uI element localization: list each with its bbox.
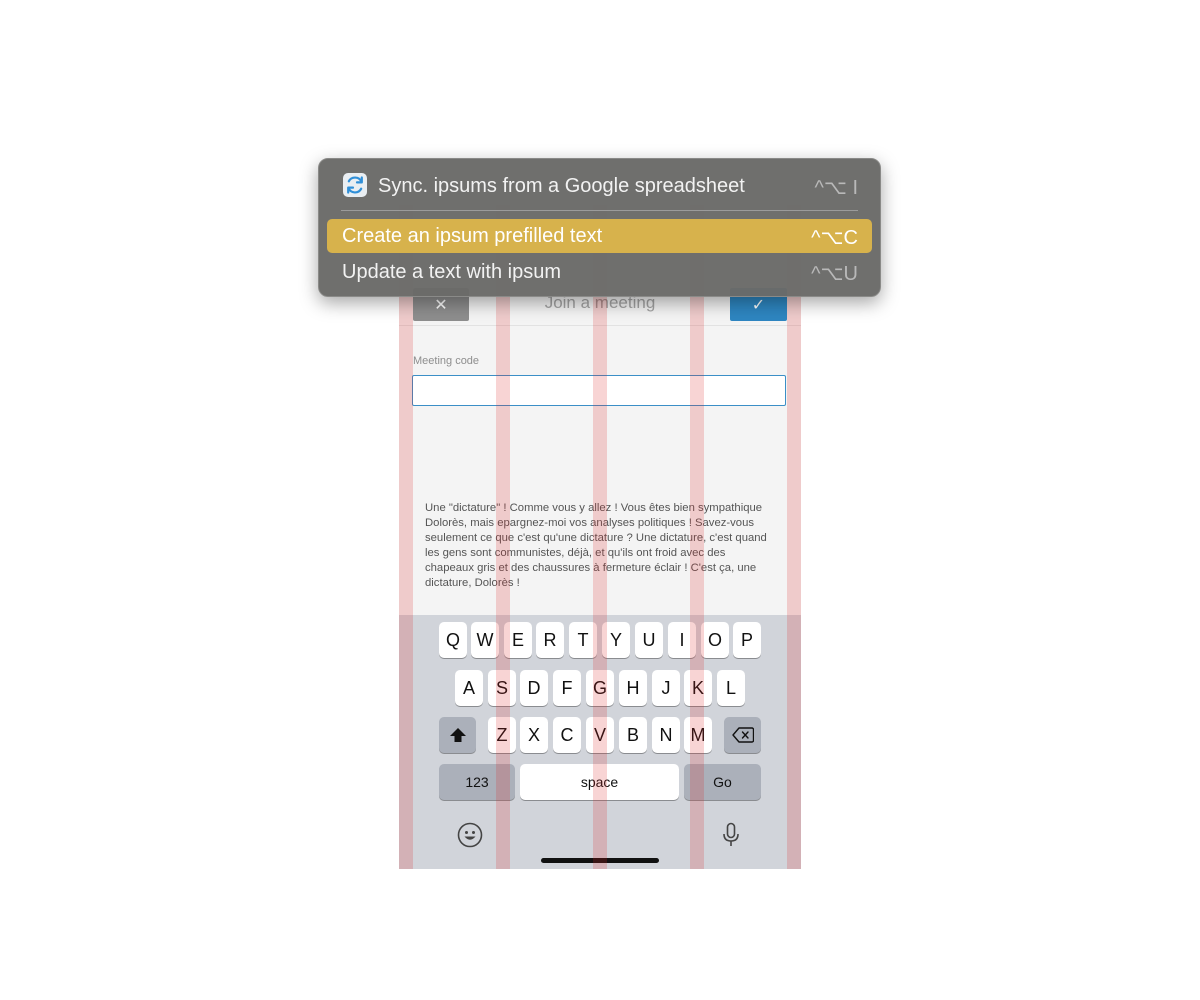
phone-screen: ✕ Join a meeting ✓ Meeting code Une "dic… bbox=[399, 205, 801, 869]
backspace-key[interactable] bbox=[724, 717, 761, 753]
menu-item-shortcut: ^⌥C bbox=[811, 227, 858, 249]
menu-separator bbox=[341, 210, 858, 211]
shift-icon bbox=[449, 728, 466, 742]
key-z[interactable]: Z bbox=[488, 717, 516, 753]
key-r[interactable]: R bbox=[536, 622, 564, 658]
key-y[interactable]: Y bbox=[602, 622, 630, 658]
key-s[interactable]: S bbox=[488, 670, 516, 706]
key-d[interactable]: D bbox=[520, 670, 548, 706]
key-c[interactable]: C bbox=[553, 717, 581, 753]
backspace-icon bbox=[731, 727, 754, 743]
ipsum-menu: Sync. ipsums from a Google spreadsheet ^… bbox=[318, 158, 881, 297]
key-m[interactable]: M bbox=[684, 717, 712, 753]
sync-icon bbox=[343, 173, 367, 197]
numbers-key[interactable]: 123 bbox=[439, 764, 515, 800]
key-h[interactable]: H bbox=[619, 670, 647, 706]
meeting-code-label: Meeting code bbox=[413, 355, 480, 367]
menu-item-label: Sync. ipsums from a Google spreadsheet bbox=[378, 175, 745, 197]
microphone-icon bbox=[723, 822, 739, 846]
key-p[interactable]: P bbox=[733, 622, 761, 658]
key-n[interactable]: N bbox=[652, 717, 680, 753]
menu-item-shortcut: ^⌥ I bbox=[814, 177, 858, 199]
emoji-button[interactable] bbox=[457, 822, 483, 848]
key-w[interactable]: W bbox=[471, 622, 499, 658]
key-f[interactable]: F bbox=[553, 670, 581, 706]
key-l[interactable]: L bbox=[717, 670, 745, 706]
key-u[interactable]: U bbox=[635, 622, 663, 658]
key-o[interactable]: O bbox=[701, 622, 729, 658]
screen: ✕ Join a meeting ✓ Meeting code Une "dic… bbox=[0, 0, 1200, 1000]
key-b[interactable]: B bbox=[619, 717, 647, 753]
dictation-button[interactable] bbox=[718, 822, 744, 848]
key-e[interactable]: E bbox=[504, 622, 532, 658]
menu-item-label: Create an ipsum prefilled text bbox=[342, 225, 603, 247]
go-key[interactable]: Go bbox=[684, 764, 761, 800]
meeting-code-input[interactable] bbox=[412, 375, 786, 406]
menu-item-update[interactable]: Update a text with ipsum ^⌥U bbox=[327, 255, 872, 289]
menu-item-sync[interactable]: Sync. ipsums from a Google spreadsheet ^… bbox=[327, 169, 872, 203]
key-t[interactable]: T bbox=[569, 622, 597, 658]
key-k[interactable]: K bbox=[684, 670, 712, 706]
key-i[interactable]: I bbox=[668, 622, 696, 658]
home-indicator bbox=[541, 858, 659, 863]
key-g[interactable]: G bbox=[586, 670, 614, 706]
menu-item-create[interactable]: Create an ipsum prefilled text ^⌥C bbox=[327, 219, 872, 253]
key-v[interactable]: V bbox=[586, 717, 614, 753]
key-x[interactable]: X bbox=[520, 717, 548, 753]
space-key[interactable]: space bbox=[520, 764, 679, 800]
ipsum-text-block: Une "dictature" ! Comme vous y allez ! V… bbox=[425, 502, 767, 589]
key-a[interactable]: A bbox=[455, 670, 483, 706]
menu-item-label: Update a text with ipsum bbox=[342, 261, 561, 283]
key-q[interactable]: Q bbox=[439, 622, 467, 658]
shift-key[interactable] bbox=[439, 717, 476, 753]
keyboard: Q W E R T Y U I O P A S D F G H J K L Z … bbox=[399, 615, 801, 869]
key-j[interactable]: J bbox=[652, 670, 680, 706]
menu-item-shortcut: ^⌥U bbox=[811, 263, 858, 285]
emoji-icon bbox=[457, 822, 483, 848]
